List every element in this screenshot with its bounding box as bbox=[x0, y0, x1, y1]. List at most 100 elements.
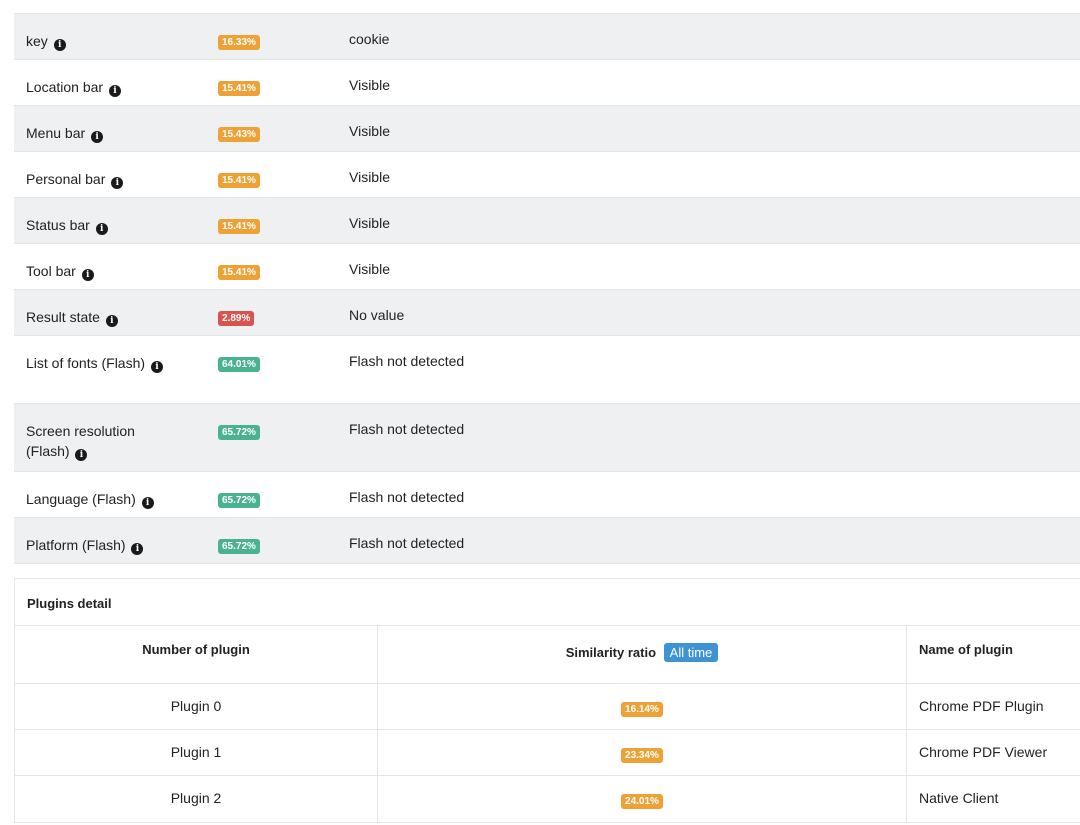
ratio-badge: 15.43% bbox=[218, 127, 260, 142]
attr-row-personal-bar: Personal bar i 15.41% Visible bbox=[14, 152, 1080, 198]
plugin-number: Plugin 0 bbox=[15, 684, 378, 729]
attr-ratio-cell: 15.41% bbox=[218, 244, 336, 280]
attr-name-cell: Menu bar i bbox=[14, 106, 218, 143]
attr-ratio-cell: 16.33% bbox=[218, 14, 336, 50]
plugin-ratio-cell: 24.01% bbox=[378, 776, 907, 822]
attr-ratio-cell: 15.41% bbox=[218, 60, 336, 96]
attr-row-key: key i 16.33% cookie bbox=[14, 14, 1080, 60]
attr-name-cell: Screen resolution (Flash) i bbox=[14, 404, 164, 461]
ratio-badge: 65.72% bbox=[218, 493, 260, 508]
attr-value: No value bbox=[349, 307, 405, 323]
info-icon[interactable]: i bbox=[81, 269, 94, 281]
attr-row-status-bar: Status bar i 15.41% Visible bbox=[14, 198, 1080, 244]
plugin-number: Plugin 1 bbox=[15, 730, 378, 775]
ratio-badge: 15.41% bbox=[218, 173, 260, 188]
attr-name: Personal bar bbox=[26, 171, 106, 187]
attr-value: Visible bbox=[349, 169, 390, 185]
info-icon[interactable]: i bbox=[131, 543, 144, 555]
ratio-badge: 24.01% bbox=[621, 794, 663, 809]
attr-ratio-cell: 15.41% bbox=[218, 152, 336, 188]
ratio-badge: 65.72% bbox=[218, 539, 260, 554]
plugin-name: Native Client bbox=[919, 790, 999, 806]
attr-name: Result state bbox=[26, 309, 100, 325]
plugins-title: Plugins detail bbox=[15, 579, 1080, 626]
attr-value: Flash not detected bbox=[349, 489, 465, 505]
attr-name: Location bar bbox=[26, 79, 104, 95]
attr-name: Tool bar bbox=[26, 263, 76, 279]
attr-row-location-bar: Location bar i 15.41% Visible bbox=[14, 60, 1080, 106]
ratio-badge: 2.89% bbox=[218, 311, 255, 326]
attr-ratio-cell: 64.01% bbox=[218, 336, 336, 372]
plugin-ratio-cell: 23.34% bbox=[378, 730, 907, 775]
attr-name-cell: Platform (Flash) i bbox=[14, 518, 218, 555]
attr-row-list-of-fonts-flash: List of fonts (Flash) i 64.01% Flash not… bbox=[14, 336, 1080, 404]
info-icon[interactable]: i bbox=[53, 39, 66, 51]
attr-name-cell: Status bar i bbox=[14, 198, 218, 235]
attr-name-cell: List of fonts (Flash) i bbox=[14, 336, 164, 373]
attributes-table: key i 16.33% cookie Location bar i 15.41… bbox=[14, 13, 1080, 564]
attr-name-cell: Personal bar i bbox=[14, 152, 218, 189]
attr-row-result-state: Result state i 2.89% No value bbox=[14, 290, 1080, 336]
info-icon[interactable]: i bbox=[91, 131, 104, 143]
attr-ratio-cell: 65.72% bbox=[218, 404, 336, 440]
ratio-badge: 15.41% bbox=[218, 265, 260, 280]
attr-value: Visible bbox=[349, 77, 390, 93]
ratio-badge: 15.41% bbox=[218, 219, 260, 234]
attr-name-cell: Result state i bbox=[14, 290, 218, 327]
plugins-detail-panel: Plugins detail Number of plugin Similari… bbox=[14, 578, 1080, 823]
plugin-ratio-cell: 16.14% bbox=[378, 684, 907, 729]
table-row: Plugin 0 16.14% Chrome PDF Plugin bbox=[15, 684, 1080, 730]
info-icon[interactable]: i bbox=[105, 315, 118, 327]
ratio-badge: 64.01% bbox=[218, 357, 260, 372]
plugin-name: Chrome PDF Plugin bbox=[919, 698, 1044, 714]
info-icon[interactable]: i bbox=[95, 223, 108, 235]
attr-ratio-cell: 15.41% bbox=[218, 198, 336, 234]
attr-row-menu-bar: Menu bar i 15.43% Visible bbox=[14, 106, 1080, 152]
plugin-number: Plugin 2 bbox=[15, 776, 378, 822]
attr-ratio-cell: 2.89% bbox=[218, 290, 336, 326]
ratio-badge: 16.14% bbox=[621, 702, 663, 717]
attr-name: key bbox=[26, 33, 48, 49]
attr-row-language-flash: Language (Flash) i 65.72% Flash not dete… bbox=[14, 472, 1080, 518]
attr-value: Flash not detected bbox=[349, 353, 465, 369]
header-similarity-label: Similarity ratio bbox=[565, 645, 657, 660]
attr-row-screen-resolution-flash: Screen resolution (Flash) i 65.72% Flash… bbox=[14, 404, 1080, 472]
header-name-of-plugin: Name of plugin bbox=[919, 642, 1013, 657]
info-icon[interactable]: i bbox=[108, 85, 121, 97]
attr-name-cell: key i bbox=[14, 14, 218, 51]
attr-name: Status bar bbox=[26, 217, 90, 233]
attr-value: Visible bbox=[349, 215, 390, 231]
plugin-name: Chrome PDF Viewer bbox=[919, 744, 1048, 760]
ratio-badge: 65.72% bbox=[218, 425, 260, 440]
attr-name: List of fonts (Flash) bbox=[26, 355, 146, 371]
info-icon[interactable]: i bbox=[150, 361, 163, 373]
ratio-badge: 23.34% bbox=[621, 748, 663, 763]
attr-ratio-cell: 15.43% bbox=[218, 106, 336, 142]
attr-name-cell: Location bar i bbox=[14, 60, 218, 97]
attr-ratio-cell: 65.72% bbox=[218, 518, 336, 554]
attr-value: Flash not detected bbox=[349, 421, 465, 437]
attr-name: Menu bar bbox=[26, 125, 86, 141]
table-row: Plugin 1 23.34% Chrome PDF Viewer bbox=[15, 730, 1080, 776]
attr-ratio-cell: 65.72% bbox=[218, 472, 336, 508]
info-icon[interactable]: i bbox=[141, 497, 154, 509]
ratio-badge: 15.41% bbox=[218, 81, 260, 96]
attr-value: Visible bbox=[349, 261, 390, 277]
attr-name-cell: Language (Flash) i bbox=[14, 472, 218, 509]
header-similarity-ratio: Similarity ratio All time bbox=[378, 626, 907, 683]
attr-row-platform-flash: Platform (Flash) i 65.72% Flash not dete… bbox=[14, 518, 1080, 564]
header-number-of-plugin: Number of plugin bbox=[15, 626, 378, 683]
attr-value: cookie bbox=[349, 31, 390, 47]
attr-row-tool-bar: Tool bar i 15.41% Visible bbox=[14, 244, 1080, 290]
attr-name: Platform (Flash) bbox=[26, 537, 126, 553]
info-icon[interactable]: i bbox=[111, 177, 124, 189]
plugins-header-row: Number of plugin Similarity ratio All ti… bbox=[15, 626, 1080, 684]
info-icon[interactable]: i bbox=[75, 449, 88, 461]
table-row: Plugin 2 24.01% Native Client bbox=[15, 776, 1080, 822]
attr-name-cell: Tool bar i bbox=[14, 244, 218, 281]
attr-value: Flash not detected bbox=[349, 535, 465, 551]
attr-value: Visible bbox=[349, 123, 390, 139]
ratio-badge: 16.33% bbox=[218, 35, 260, 50]
all-time-badge[interactable]: All time bbox=[663, 643, 719, 662]
attr-name: Language (Flash) bbox=[26, 491, 136, 507]
